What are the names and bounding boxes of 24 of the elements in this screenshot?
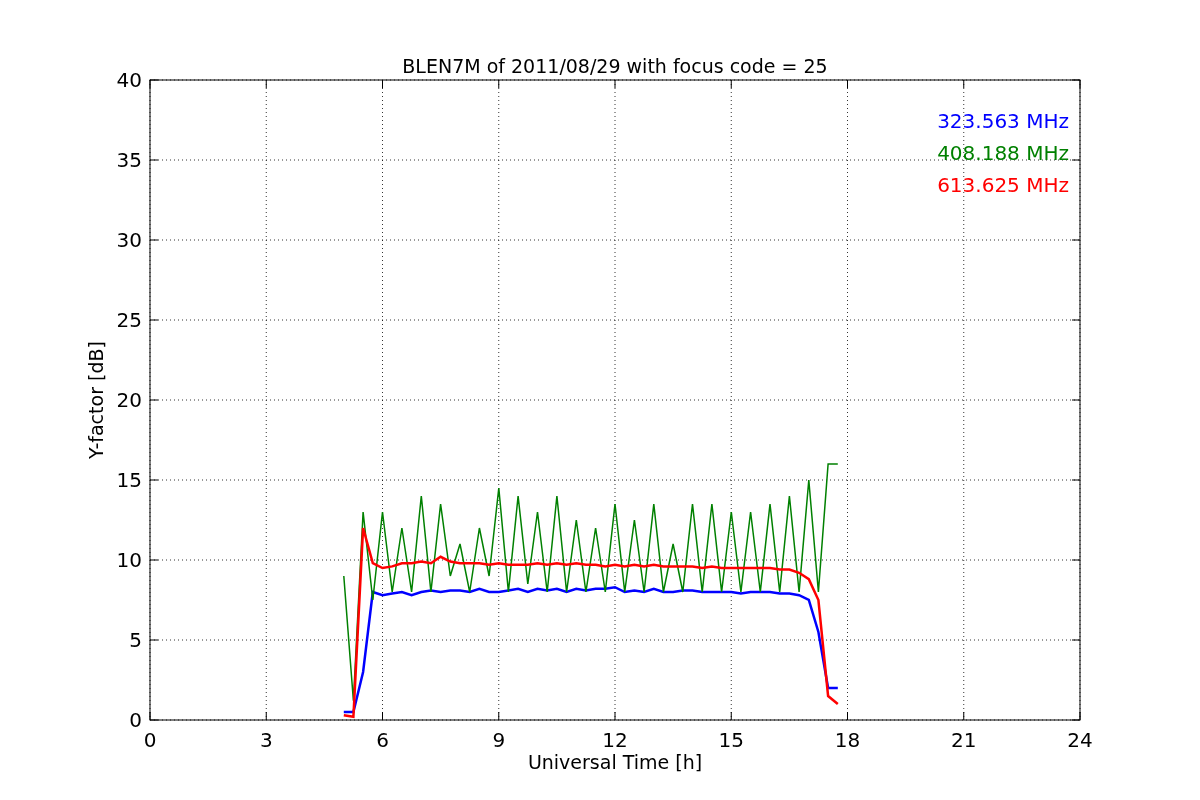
legend-label: 323.563 MHz <box>937 109 1069 133</box>
y-axis-label: Y-factor [dB] <box>85 341 107 459</box>
tick-label: 12 <box>602 728 628 752</box>
tick-label: 24 <box>1067 728 1093 752</box>
tick-label: 20 <box>116 388 142 412</box>
tick-label: 15 <box>116 468 142 492</box>
tick-label: 35 <box>116 148 142 172</box>
tick-label: 18 <box>834 728 861 752</box>
tick-label: 30 <box>116 228 142 252</box>
tick-label: 15 <box>718 728 744 752</box>
tick-label: 9 <box>492 728 506 752</box>
tick-label: 0 <box>143 728 157 752</box>
legend-label: 408.188 MHz <box>937 141 1069 165</box>
tick-label: 25 <box>116 308 142 332</box>
tick-label: 21 <box>951 728 977 752</box>
tick-label: 3 <box>259 728 273 752</box>
legend-label: 613.625 MHz <box>937 173 1069 197</box>
tick-label: 10 <box>116 548 142 572</box>
chart-title: BLEN7M of 2011/08/29 with focus code = 25 <box>402 55 828 77</box>
tick-label: 0 <box>129 708 142 732</box>
tick-label: 40 <box>116 68 142 92</box>
x-axis-label: Universal Time [h] <box>527 751 703 773</box>
tick-label: 6 <box>376 728 389 752</box>
tick-label: 5 <box>129 628 142 652</box>
